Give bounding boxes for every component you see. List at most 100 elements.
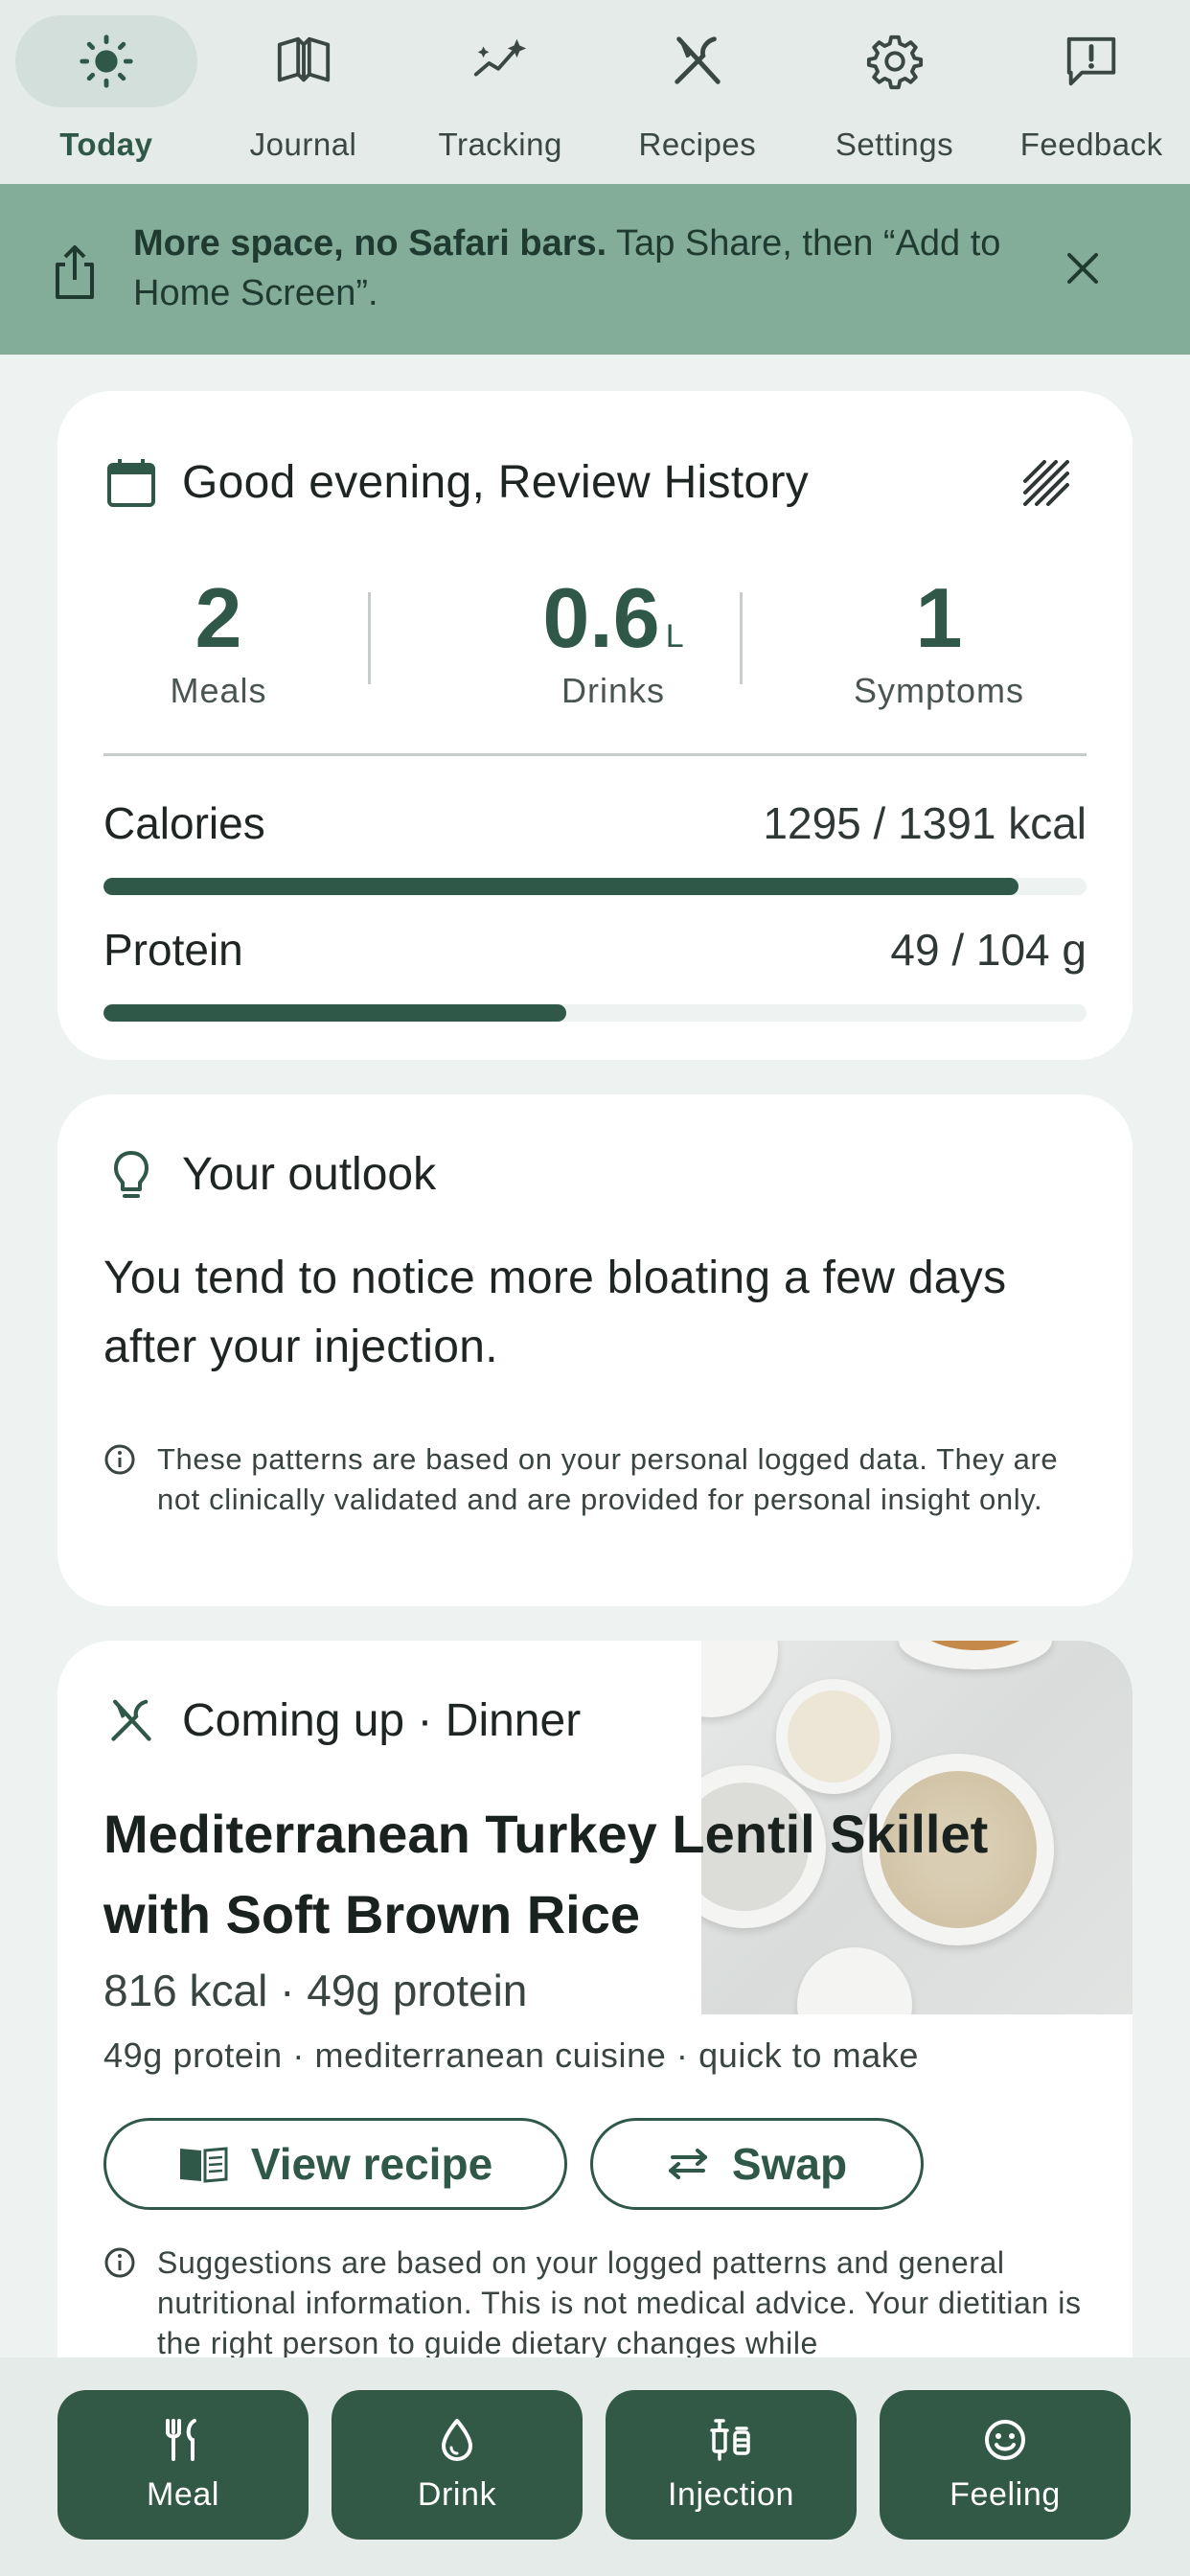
greeting-text: Good evening, Review History [182,457,810,508]
disclaimer-text: Suggestions are based on your logged pat… [157,2245,1082,2360]
calories-value: 1295 / 1391 kcal [763,798,1087,848]
meal-nutrition: 816 kcal · 49g protein [103,1966,528,2015]
log-drink-button[interactable]: Drink [332,2390,583,2540]
outlook-header: Your outlook [105,1148,436,1201]
bowl-shape [797,1947,912,2014]
nav-pill [14,15,197,107]
droplet-icon [442,2418,472,2461]
nav-tab-feedback[interactable]: Feedback [993,0,1190,184]
book-icon [277,36,330,82]
gear-icon [866,34,923,90]
protein-label: Protein [103,925,243,975]
log-feeling-label: Feeling [950,2475,1061,2513]
utensils-icon [166,2418,196,2461]
log-injection-label: Injection [667,2475,795,2513]
meal-title[interactable]: Mediterranean Turkey Lentil Skillet with… [103,1794,1090,1955]
protein-value: 49 / 104 g [890,925,1087,975]
nav-label-today: Today [59,126,153,162]
bowl-shape [899,1641,1052,1669]
swap-label: Swap [731,2139,848,2189]
banner-bold: More space, no Safari bars. [133,223,607,264]
fork-knife-icon [111,1699,151,1741]
sun-icon [80,34,133,88]
view-recipe-button[interactable]: View recipe [103,2118,567,2210]
nav-label-settings: Settings [835,126,954,162]
fork-knife-icon [675,36,721,84]
banner-message: More space, no Safari bars. Tap Share, t… [133,218,1034,318]
nav-pill [213,15,395,107]
daily-summary-card: Good evening, Review History 2 Meals 0.6… [57,391,1133,1060]
outlook-card: Your outlook You tend to notice more blo… [57,1094,1133,1606]
nav-tab-today[interactable]: Today [8,0,205,184]
calories-progress-bar [103,878,1087,895]
add-to-home-banner: More space, no Safari bars. Tap Share, t… [0,184,1190,355]
rice-fill [788,1690,880,1782]
outlook-title: Your outlook [182,1149,437,1200]
meal-disclaimer: Suggestions are based on your logged pat… [103,2242,1090,2363]
info-icon [104,2247,135,2278]
sparkle-chart-icon [474,38,527,77]
protein-progress-bar [103,1004,1087,1022]
protein-metric: Protein 49 / 104 g [103,924,1087,1022]
disclaimer-text: These patterns are based on your persona… [157,1442,1059,1516]
protein-progress-fill [103,1004,567,1022]
share-icon [56,245,94,299]
info-icon [104,1444,135,1475]
nav-label-recipes: Recipes [638,126,757,162]
stat-value: 1 [915,570,963,665]
swap-button[interactable]: Swap [590,2118,924,2210]
outlook-insight: You tend to notice more bloating a few d… [103,1253,1007,1372]
calories-metric: Calories 1295 / 1391 kcal [103,797,1087,895]
nav-pill [606,15,789,107]
meal-heading: Coming up · Dinner [182,1695,582,1746]
stat-symptoms[interactable]: 1 Symptoms [824,569,1054,711]
log-feeling-button[interactable]: Feeling [880,2390,1131,2540]
nav-tab-recipes[interactable]: Recipes [599,0,796,184]
lentil-fill [908,1641,1042,1650]
divider [103,753,1087,756]
book-open-icon [179,2147,228,2183]
log-meal-label: Meal [146,2475,220,2513]
syringe-icon [710,2418,750,2461]
greeting-row: Good evening, Review History [105,456,809,509]
pattern-icon[interactable] [1023,460,1069,506]
top-navigation: Today Journal Tracking Recipes Settings … [0,0,1190,184]
close-icon[interactable] [1065,251,1100,286]
stat-label: Meals [170,671,267,710]
log-injection-button[interactable]: Injection [606,2390,857,2540]
stat-value: 0.6 L [441,569,786,667]
lightbulb-icon [114,1150,149,1198]
meal-header: Coming up · Dinner [105,1694,581,1747]
nav-pill [409,15,591,107]
bowl-shape [701,1641,778,1717]
smiley-icon [985,2419,1025,2460]
nav-pill [1000,15,1182,107]
stat-drinks[interactable]: 0.6 L Drinks [441,569,786,711]
nav-pill [804,15,986,107]
stat-number: 0.6 [542,570,660,665]
stat-value: 2 [195,570,242,665]
stat-label: Symptoms [853,671,1025,710]
calories-label: Calories [103,798,265,848]
nav-tab-journal[interactable]: Journal [205,0,402,184]
nav-label-tracking: Tracking [438,126,562,162]
stat-meals[interactable]: 2 Meals [142,569,295,711]
quick-actions-bar: Meal Drink Injection Feeling [0,2358,1190,2576]
nav-label-journal: Journal [249,126,357,162]
nav-tab-tracking[interactable]: Tracking [401,0,599,184]
log-drink-label: Drink [417,2475,497,2513]
view-recipe-label: View recipe [250,2139,493,2189]
stat-divider [740,592,743,684]
feedback-icon [1067,36,1116,86]
nav-tab-settings[interactable]: Settings [796,0,994,184]
log-meal-button[interactable]: Meal [57,2390,309,2540]
meal-tags: 49g protein · mediterranean cuisine · qu… [103,2036,920,2075]
calories-progress-fill [103,878,1019,895]
stat-label: Drinks [561,671,665,710]
outlook-disclaimer: These patterns are based on your persona… [103,1439,1090,1520]
nav-label-feedback: Feedback [1019,126,1163,162]
calendar-icon [107,458,155,507]
stat-divider [368,592,371,684]
bowl-shape [776,1679,891,1794]
stat-unit: L [665,618,684,655]
